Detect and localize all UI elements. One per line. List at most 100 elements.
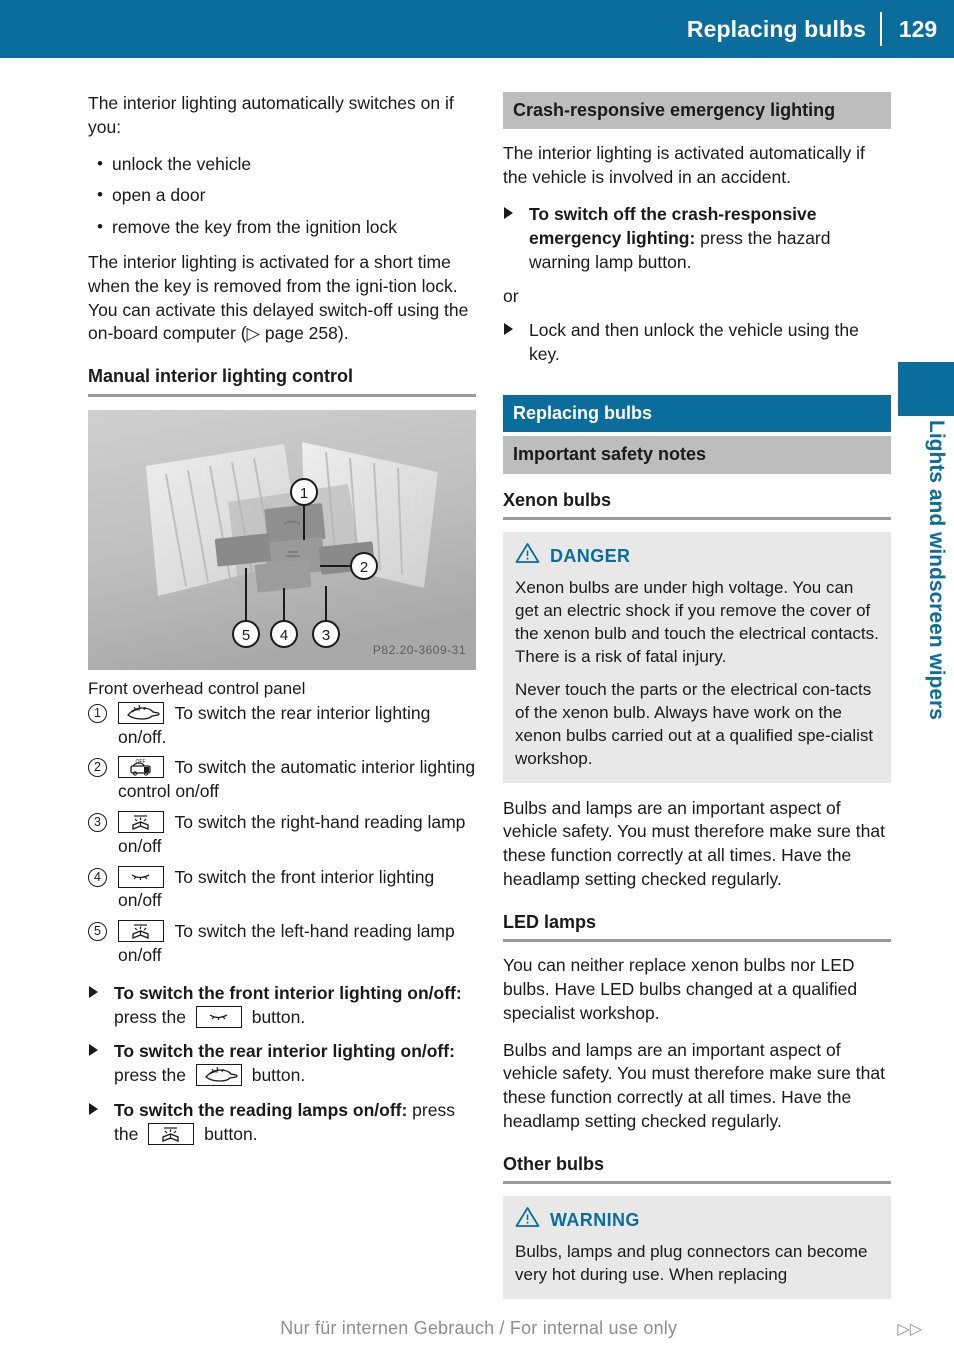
warning-notice-header: WARNING <box>515 1206 879 1235</box>
list-item: 3 To switch the right-hand reading lamp … <box>88 810 476 859</box>
list-item: unlock the vehicle <box>88 152 476 177</box>
crash-lighting-steps-alt: Lock and then unlock the vehicle using t… <box>503 319 891 367</box>
left-column: The interior lighting automatically swit… <box>88 92 476 1158</box>
step-rear-interior-lighting: To switch the rear interior lighting on/… <box>88 1040 476 1088</box>
callout-text-2: To switch the automatic interior lightin… <box>118 757 476 802</box>
step-bold-label: To switch the reading lamps on/off: <box>114 1099 408 1120</box>
warning-notice-box: WARNING Bulbs, lamps and plug connectors… <box>503 1196 891 1299</box>
important-safety-notes-bar: Important safety notes <box>503 436 891 474</box>
callout-text-3: To switch the right-hand reading lamp on… <box>118 811 466 856</box>
step-bold-label: To switch the rear interior lighting on/… <box>114 1041 455 1062</box>
list-item: open a door <box>88 183 476 208</box>
double-arrow-icon: ▷▷ <box>897 1320 922 1338</box>
page-title: Replacing bulbs <box>686 15 866 42</box>
led-lamps-heading: LED lamps <box>503 911 597 932</box>
svg-text:2: 2 <box>360 559 368 576</box>
led-paragraph-2: Bulbs and lamps are an important aspect … <box>503 1039 885 1131</box>
step-text-before: press the <box>114 1065 191 1086</box>
reading-lamp-icon <box>118 810 164 833</box>
overhead-panel-illustration: 1 2 3 4 5 P82.20-3609-31 <box>88 409 476 670</box>
step-arrow-icon <box>89 985 98 998</box>
callout-text-4: To switch the front interior lighting on… <box>118 866 435 911</box>
footer-notice: Nur für internen Gebrauch / For internal… <box>280 1318 678 1338</box>
warning-label: WARNING <box>550 1210 640 1231</box>
callout-legend-list: 1 To switch the rear interior lighting o… <box>88 701 476 968</box>
warning-triangle-icon <box>515 542 540 571</box>
step-bold-label: To switch the front interior lighting on… <box>114 982 462 1003</box>
page-footer: Nur für internen Gebrauch / For internal… <box>0 1318 954 1339</box>
callout-text-5: To switch the left-hand reading lamp on/… <box>118 921 455 965</box>
list-item: 5 To switch the left-hand reading lamp o… <box>88 920 476 968</box>
heading-rule <box>503 517 891 521</box>
list-item: 2 OFF To switch the automatic interior l… <box>88 756 476 804</box>
danger-label: DANGER <box>550 546 631 567</box>
figure-caption: Front overhead control panel <box>88 678 306 698</box>
callout-number-5: 5 <box>88 922 107 942</box>
replacing-bulbs-section-bar: Replacing bulbs <box>503 394 891 433</box>
callout-number-2: 2 <box>88 758 107 778</box>
xenon-general-paragraph: Bulbs and lamps are an important aspect … <box>503 797 885 889</box>
step-text-after: button. <box>199 1123 258 1144</box>
step-arrow-icon <box>504 207 513 220</box>
step-text-before: press the <box>114 1006 191 1027</box>
heading-rule <box>503 939 891 943</box>
delayed-switchoff-paragraph: The interior lighting is activated for a… <box>88 251 469 344</box>
crash-lighting-bar: Crash-responsive emergency lighting <box>503 92 891 130</box>
step-text: Lock and then unlock the vehicle using t… <box>529 320 859 365</box>
front-interior-lighting-icon <box>195 1005 242 1028</box>
svg-text:5: 5 <box>242 627 250 644</box>
right-column: Crash-responsive emergency lighting The … <box>503 92 891 1313</box>
xenon-bulbs-heading: Xenon bulbs <box>503 489 611 510</box>
list-item: 4 To switch the front interior lighting … <box>88 865 476 914</box>
svg-text:OFF: OFF <box>136 759 146 765</box>
chapter-tab-label: Lights and windscreen wipers <box>925 420 948 720</box>
warning-paragraph-1: Bulbs, lamps and plug connectors can bec… <box>515 1242 868 1284</box>
danger-notice-header: DANGER <box>515 542 879 571</box>
page-header-banner: Replacing bulbs 129 <box>0 0 954 58</box>
step-lock-unlock-vehicle: Lock and then unlock the vehicle using t… <box>503 319 891 367</box>
callout-number-4: 4 <box>88 867 107 887</box>
step-text-after: button. <box>246 1006 306 1027</box>
manual-lighting-heading: Manual interior lighting control <box>88 366 353 387</box>
or-label: or <box>503 286 519 307</box>
heading-rule <box>88 393 476 397</box>
chapter-tab-marker <box>898 362 954 416</box>
front-interior-lighting-icon <box>118 865 164 888</box>
other-bulbs-heading: Other bulbs <box>503 1153 605 1174</box>
svg-text:4: 4 <box>280 627 288 644</box>
led-paragraph-1: You can neither replace xenon bulbs nor … <box>503 955 858 1023</box>
danger-paragraph-1: Xenon bulbs are under high voltage. You … <box>515 578 879 666</box>
step-front-interior-lighting: To switch the front interior lighting on… <box>88 982 476 1030</box>
manual-page: Replacing bulbs 129 The interior lightin… <box>0 0 954 1354</box>
callout-text-1: To switch the rear interior lighting on/… <box>118 702 431 747</box>
step-arrow-icon <box>89 1044 98 1057</box>
heading-rule <box>503 1181 891 1185</box>
overhead-control-panel-figure: 1 2 3 4 5 P82.20-3609-31 <box>88 409 476 670</box>
svg-text:P82.20-3609-31: P82.20-3609-31 <box>373 643 466 657</box>
rear-interior-lighting-icon <box>118 701 164 724</box>
rear-interior-lighting-icon <box>195 1064 242 1087</box>
left-action-steps: To switch the front interior lighting on… <box>88 982 476 1147</box>
step-reading-lamps: To switch the reading lamps on/off: pres… <box>88 1099 476 1147</box>
callout-number-3: 3 <box>88 812 107 832</box>
warning-triangle-icon <box>515 1206 540 1235</box>
step-arrow-icon <box>89 1102 98 1115</box>
list-item: 1 To switch the rear interior lighting o… <box>88 701 476 750</box>
intro-paragraph: The interior lighting automatically swit… <box>88 93 454 137</box>
reading-lamp-icon <box>148 1122 195 1145</box>
automatic-interior-lighting-off-icon: OFF <box>118 756 164 779</box>
crash-lighting-steps: To switch off the crash-responsive emerg… <box>503 203 891 274</box>
step-text-after: button. <box>246 1065 306 1086</box>
step-arrow-icon <box>504 323 513 336</box>
danger-notice-box: DANGER Xenon bulbs are under high voltag… <box>503 532 891 783</box>
trigger-bullet-list: unlock the vehicle open a door remove th… <box>88 152 476 240</box>
step-switch-off-crash-lighting: To switch off the crash-responsive emerg… <box>503 203 891 274</box>
danger-paragraph-2: Never touch the parts or the electrical … <box>515 679 874 768</box>
callout-number-1: 1 <box>88 703 107 723</box>
list-item: remove the key from the ignition lock <box>88 215 476 240</box>
reading-lamp-icon <box>118 920 164 943</box>
page-number: 129 <box>898 15 938 42</box>
svg-text:3: 3 <box>322 627 330 644</box>
svg-text:1: 1 <box>300 485 308 502</box>
crash-lighting-paragraph: The interior lighting is activated autom… <box>503 143 865 188</box>
